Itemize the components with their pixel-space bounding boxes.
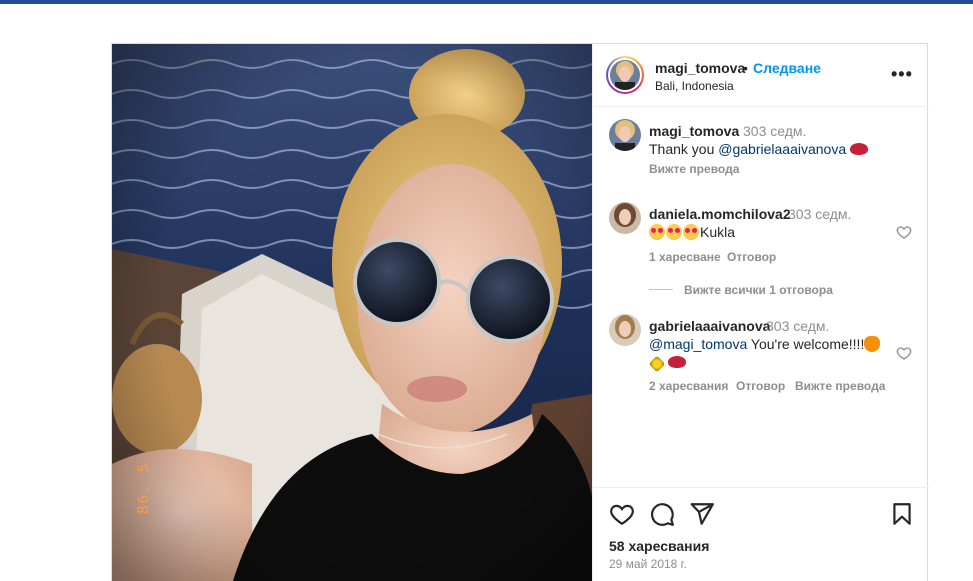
- comment-reply-link[interactable]: Отговор: [727, 250, 776, 264]
- view-replies-link[interactable]: Вижте всички 1 отговора: [684, 283, 833, 297]
- comment-time[interactable]: 303 седм.: [788, 206, 851, 222]
- comment-likes-count[interactable]: 1 харесване: [649, 250, 721, 264]
- comment-translate-link[interactable]: Вижте превода: [795, 379, 885, 393]
- author-username[interactable]: magi_tomova: [655, 60, 745, 76]
- caption-translate-link[interactable]: Вижте превода: [649, 162, 739, 176]
- post-photo[interactable]: 86. 5: [112, 44, 592, 581]
- comment-text: Kukla: [649, 224, 735, 240]
- heart-eyes-emoji-icon: [666, 224, 682, 240]
- comment-avatar[interactable]: [609, 314, 641, 346]
- comment-text-body: Kukla: [700, 224, 736, 240]
- comment-text-line2: [648, 354, 687, 373]
- heart-icon[interactable]: [609, 501, 635, 527]
- photo-date-stamp: 86. 5: [136, 461, 152, 514]
- post-modal: 86. 5 magi_tomova • Следване Bali, Indon…: [111, 43, 929, 581]
- browser-top-bar: [0, 0, 973, 4]
- likes-count[interactable]: 58 харесвания: [609, 538, 709, 554]
- comment-like-heart-icon[interactable]: [896, 224, 912, 240]
- header-separator: •: [743, 60, 748, 76]
- post-actions: 58 харесвания 29 май 2018 г.: [593, 487, 929, 581]
- caption-text: Thank you @gabrielaaaivanova: [649, 141, 869, 157]
- caption-mention[interactable]: @gabrielaaaivanova: [718, 141, 846, 157]
- comment-avatar[interactable]: [609, 202, 641, 234]
- caption-avatar[interactable]: [609, 119, 641, 151]
- follow-button[interactable]: Следване: [753, 60, 821, 76]
- caption-time[interactable]: 303 седм.: [743, 123, 806, 139]
- author-avatar[interactable]: [606, 56, 644, 94]
- comment-text-body: You're welcome!!!!: [747, 336, 865, 352]
- comment-likes-count[interactable]: 2 харесвания: [649, 379, 728, 393]
- comment-text: @magi_tomova You're welcome!!!!: [649, 336, 881, 352]
- comments-list: magi_tomova 303 седм. Thank you @gabriel…: [593, 107, 929, 487]
- selfie-image: [112, 44, 592, 581]
- comment-icon[interactable]: [649, 501, 675, 527]
- share-icon[interactable]: [689, 501, 715, 527]
- bookmark-icon[interactable]: [889, 501, 915, 527]
- more-options-icon[interactable]: •••: [891, 64, 913, 85]
- heart-eyes-emoji-icon: [683, 224, 699, 240]
- lips-emoji-icon: [667, 356, 686, 368]
- comment-username[interactable]: daniela.momchilova2: [649, 206, 791, 222]
- post-header: magi_tomova • Следване Bali, Indonesia •…: [593, 44, 929, 107]
- heart-eyes-emoji-icon: [649, 224, 665, 240]
- post-location[interactable]: Bali, Indonesia: [655, 79, 734, 93]
- sparkle-emoji-icon: [648, 355, 666, 373]
- comment-reply-link[interactable]: Отговор: [736, 379, 785, 393]
- comment-like-heart-icon[interactable]: [896, 345, 912, 361]
- replies-divider: [649, 289, 673, 290]
- caption-username[interactable]: magi_tomova: [649, 123, 739, 139]
- caption-text-prefix: Thank you: [649, 141, 719, 157]
- post-side-panel: magi_tomova • Следване Bali, Indonesia •…: [592, 44, 929, 581]
- comment-username[interactable]: gabrielaaaivanova: [649, 318, 770, 334]
- comment-mention[interactable]: @magi_tomova: [649, 336, 747, 352]
- comment-time[interactable]: 303 седм.: [766, 318, 829, 334]
- lips-emoji-icon: [850, 143, 869, 155]
- post-date[interactable]: 29 май 2018 г.: [609, 557, 687, 571]
- cat-emoji-icon: [864, 336, 881, 352]
